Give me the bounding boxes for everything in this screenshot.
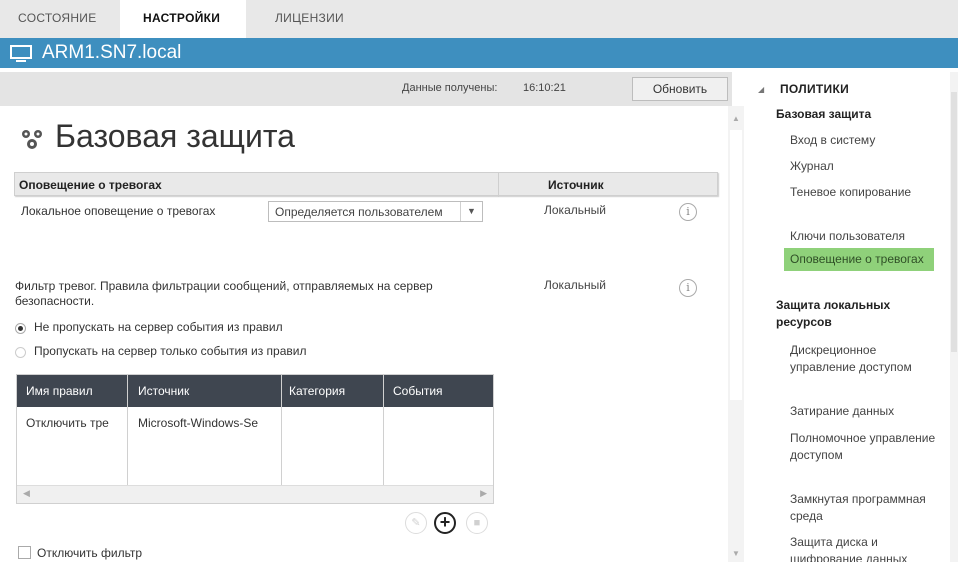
scrollbar-thumb[interactable] [951, 92, 957, 352]
scroll-left-icon[interactable]: ◀ [23, 488, 30, 499]
scroll-up-icon[interactable]: ▲ [732, 114, 740, 123]
tab-status[interactable]: СОСТОЯНИЕ [18, 11, 97, 25]
radio-block-events-label[interactable]: Не пропускать на сервер события из прави… [34, 320, 283, 334]
refresh-button[interactable]: Обновить [632, 77, 728, 101]
edit-rule-icon[interactable]: ✎ [405, 512, 427, 534]
filter-description-line2: безопасности. [15, 294, 95, 308]
data-received-time: 16:10:21 [523, 82, 566, 94]
alert-mode-select[interactable]: Определяется пользователем ▼ [268, 201, 483, 222]
policy-item-login[interactable]: Вход в систему [790, 132, 940, 149]
rules-col-name[interactable]: Имя правил [26, 384, 93, 398]
alert-mode-value: Определяется пользователем [275, 205, 443, 219]
policy-item-disk-encryption[interactable]: Защита диска и шифрование данных [790, 534, 940, 562]
policy-group-local-resources[interactable]: Защита локальных ресурсов [776, 297, 946, 331]
scrollbar-thumb[interactable] [730, 130, 742, 400]
policy-group-basic[interactable]: Базовая защита [776, 106, 946, 123]
rules-col-source[interactable]: Источник [138, 384, 189, 398]
alerts-table-header: Оповещение о тревогах Источник [14, 172, 718, 197]
policy-item-shadow-copy[interactable]: Теневое копирование [790, 184, 940, 201]
add-rule-icon[interactable]: + [434, 512, 456, 534]
disable-filter-label[interactable]: Отключить фильтр [37, 546, 142, 560]
rules-horizontal-scrollbar[interactable]: ◀ ▶ [17, 485, 493, 503]
filter-description-line1: Фильтр тревог. Правила фильтрации сообще… [15, 279, 433, 293]
policy-item-user-keys[interactable]: Ключи пользователя [790, 228, 940, 245]
radio-pass-events-label[interactable]: Пропускать на сервер только события из п… [34, 344, 306, 358]
filter-source-value: Локальный [544, 278, 606, 292]
scroll-down-icon[interactable]: ▼ [732, 549, 740, 558]
page-title: Базовая защита [55, 118, 295, 154]
rules-col-events[interactable]: События [393, 384, 443, 398]
radio-pass-events[interactable] [15, 347, 26, 358]
disable-filter-checkbox[interactable] [18, 546, 31, 559]
policy-item-alerts[interactable]: Оповещение о тревогах [784, 248, 934, 271]
host-name: ARM1.SN7.local [42, 42, 182, 63]
rules-col-divider [383, 375, 384, 485]
rules-col-category[interactable]: Категория [289, 384, 345, 398]
tab-licenses[interactable]: ЛИЦЕНЗИИ [275, 11, 344, 25]
rule-source-cell[interactable]: Microsoft-Windows-Se [138, 416, 278, 430]
policy-item-data-wipe[interactable]: Затирание данных [790, 403, 940, 420]
policies-panel: ◢ ПОЛИТИКИ Базовая защита Вход в систему… [750, 72, 958, 562]
rules-col-divider [281, 375, 282, 485]
policy-item-closed-env[interactable]: Замкнутая программная среда [790, 491, 940, 525]
radio-block-events[interactable] [15, 323, 26, 334]
shield-cog-icon [22, 130, 42, 149]
policy-item-mandatory[interactable]: Полномочное управление доступом [790, 430, 940, 464]
chevron-down-icon[interactable]: ▼ [460, 202, 482, 221]
rule-name-cell[interactable]: Отключить тре [26, 416, 124, 430]
policies-header[interactable]: ПОЛИТИКИ [780, 82, 849, 96]
scroll-right-icon[interactable]: ▶ [480, 488, 487, 499]
info-icon[interactable]: i [679, 203, 697, 221]
delete-rule-icon[interactable]: ■ [466, 512, 488, 534]
collapse-triangle-icon[interactable]: ◢ [758, 85, 764, 94]
tab-settings[interactable]: НАСТРОЙКИ [143, 11, 220, 25]
header-divider [498, 173, 499, 197]
alert-source-value: Локальный [544, 203, 606, 217]
policies-scrollbar[interactable] [950, 72, 958, 562]
info-bar: Данные получены: 16:10:21 Обновить [0, 72, 732, 106]
policy-item-journal[interactable]: Журнал [790, 158, 940, 175]
main-vertical-scrollbar[interactable]: ▲ ▼ [728, 106, 744, 562]
alerts-column-header: Оповещение о тревогах [19, 178, 162, 192]
local-alert-label: Локальное оповещение о тревогах [21, 204, 216, 218]
data-received-label: Данные получены: [402, 82, 498, 94]
info-icon[interactable]: i [679, 279, 697, 297]
rules-col-divider [127, 375, 128, 485]
host-bar: ARM1.SN7.local [0, 38, 958, 68]
rules-table-header: Имя правил Источник Категория События [17, 375, 493, 407]
rules-table: Имя правил Источник Категория События От… [16, 374, 494, 504]
computer-icon [10, 45, 32, 62]
policy-item-discretionary[interactable]: Дискреционное управление доступом [790, 342, 940, 376]
top-tab-bar: СОСТОЯНИЕ НАСТРОЙКИ ЛИЦЕНЗИИ [0, 0, 958, 38]
source-column-header: Источник [548, 178, 604, 192]
